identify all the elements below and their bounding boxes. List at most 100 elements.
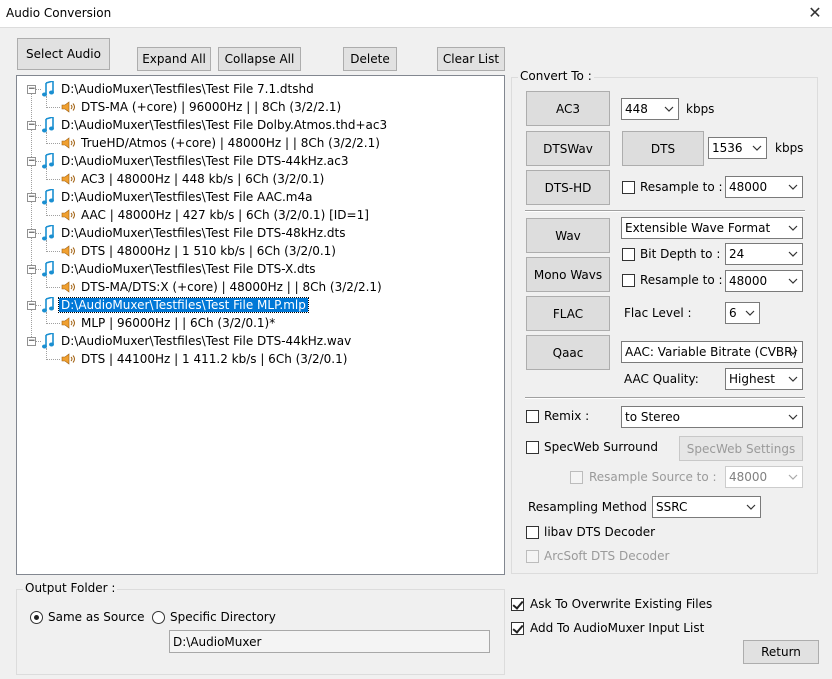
remix-select[interactable]: to Stereo [621,406,803,428]
file-tree-item[interactable]: D:\AudioMuxer\Testfiles\Test File 7.1.dt… [59,80,316,98]
stream-info: AAC | 48000Hz | 427 kb/s | 6Ch (3/2/0.1)… [81,208,369,222]
add-to-input-checkbox[interactable] [511,622,524,635]
collapse-toggle-icon[interactable]: − [27,85,36,94]
resampling-method-value: SSRC [656,500,688,514]
stream-info-item[interactable]: DTS | 48000Hz | 1 510 kb/s | 6Ch (3/2/0.… [79,242,338,260]
return-button[interactable]: Return [743,640,819,664]
qaac-mode-select[interactable]: AAC: Variable Bitrate (CVBR) [621,341,803,363]
resampling-method-select[interactable]: SSRC [652,496,761,518]
output-directory-field[interactable]: D:\AudioMuxer [169,630,490,653]
arcsoft-checkbox[interactable] [526,550,539,563]
collapse-toggle-icon[interactable]: − [27,337,36,346]
stream-info: AC3 | 48000Hz | 448 kb/s | 6Ch (3/2/0.1) [81,172,325,186]
collapse-all-button[interactable]: Collapse All [218,47,301,71]
remix-checkbox[interactable] [526,410,539,423]
output-directory-value: D:\AudioMuxer [173,635,262,649]
libav-label: libav DTS Decoder [544,525,656,539]
collapse-toggle-icon[interactable]: − [27,157,36,166]
dtshd-resample-select[interactable]: 48000 [725,176,803,198]
file-tree-item[interactable]: D:\AudioMuxer\Testfiles\Test File DTS-44… [59,332,353,350]
tree-connector [46,251,60,252]
music-note-icon [42,261,54,277]
mono-wavs-button[interactable]: Mono Wavs [526,257,610,292]
stream-info-item[interactable]: AAC | 48000Hz | 427 kb/s | 6Ch (3/2/0.1)… [79,206,371,224]
flac-level-label: Flac Level : [624,306,692,320]
ask-overwrite-label: Ask To Overwrite Existing Files [530,597,713,611]
collapse-toggle-icon[interactable]: − [27,229,36,238]
stream-info-item[interactable]: MLP | 96000Hz | | 6Ch (3/2/0.1)* [79,314,277,332]
dts-bitrate-select[interactable]: 1536 [708,137,767,159]
same-as-source-radio[interactable] [30,611,43,624]
clear-list-button[interactable]: Clear List [437,47,505,71]
dts-button[interactable]: DTS [622,131,704,166]
file-tree-item[interactable]: D:\AudioMuxer\Testfiles\Test File DTS-X.… [59,260,318,278]
music-note-icon [42,333,54,349]
file-path: D:\AudioMuxer\Testfiles\Test File 7.1.dt… [61,82,314,96]
stream-info: TrueHD/Atmos (+core) | 48000Hz | | 8Ch (… [81,136,380,150]
bitdepth-label: Bit Depth to : [640,247,721,261]
wav-resample-checkbox[interactable] [622,274,635,287]
select-audio-button[interactable]: Select Audio [17,38,110,70]
ac3-bitrate-select[interactable]: 448 [621,98,679,120]
chevron-down-icon [788,349,798,355]
output-folder-label: Output Folder : [23,581,118,595]
collapse-toggle-icon[interactable]: − [27,301,36,310]
aac-quality-select[interactable]: Highest [725,368,803,390]
wav-format-select[interactable]: Extensible Wave Format [621,217,803,239]
specific-directory-radio[interactable] [152,611,165,624]
speaker-icon [61,317,75,329]
chevron-down-icon [746,504,756,510]
bitdepth-select[interactable]: 24 [725,243,803,265]
bitdepth-checkbox[interactable] [622,248,635,261]
remix-label: Remix : [544,409,590,423]
wav-resample-select[interactable]: 48000 [725,270,803,292]
ac3-button[interactable]: AC3 [526,91,610,126]
file-path: D:\AudioMuxer\Testfiles\Test File DTS-44… [61,334,352,348]
specweb-settings-button[interactable]: SpecWeb Settings [679,436,803,461]
file-tree-item[interactable]: D:\AudioMuxer\Testfiles\Test File MLP.ml… [58,296,309,314]
dtshd-resample-label: Resample to : [640,180,723,194]
stream-info-item[interactable]: AC3 | 48000Hz | 448 kb/s | 6Ch (3/2/0.1) [79,170,326,188]
dtshd-resample-checkbox[interactable] [622,181,635,194]
file-tree-item[interactable]: D:\AudioMuxer\Testfiles\Test File DTS-48… [59,224,347,242]
wav-format-value: Extensible Wave Format [625,221,771,235]
close-icon[interactable]: ✕ [800,2,830,26]
stream-info-item[interactable]: DTS-MA (+core) | 96000Hz | | 8Ch (3/2/2.… [79,98,343,116]
delete-button[interactable]: Delete [343,47,397,71]
remix-value: to Stereo [625,410,680,424]
collapse-toggle-icon[interactable]: − [27,121,36,130]
aac-quality-label: AAC Quality: [624,372,699,386]
specweb-checkbox[interactable] [526,441,539,454]
resample-source-select[interactable]: 48000 [725,466,803,488]
dtshd-button[interactable]: DTS-HD [526,170,610,205]
file-path: D:\AudioMuxer\Testfiles\Test File MLP.ml… [58,297,309,313]
chevron-down-icon [788,251,798,257]
stream-info-item[interactable]: DTS-MA/DTS:X (+core) | 48000Hz | | 8Ch (… [79,278,384,296]
tree-connector [46,179,60,180]
stream-info-item[interactable]: TrueHD/Atmos (+core) | 48000Hz | | 8Ch (… [79,134,382,152]
file-tree-item[interactable]: D:\AudioMuxer\Testfiles\Test File DTS-44… [59,152,350,170]
flac-button[interactable]: FLAC [526,296,610,331]
stream-info: DTS | 48000Hz | 1 510 kb/s | 6Ch (3/2/0.… [81,244,336,258]
file-path: D:\AudioMuxer\Testfiles\Test File DTS-44… [61,154,349,168]
file-tree[interactable]: − D:\AudioMuxer\Testfiles\Test File 7.1.d… [16,75,505,575]
qaac-button[interactable]: Qaac [526,335,610,370]
stream-info: DTS-MA (+core) | 96000Hz | | 8Ch (3/2/2.… [81,100,342,114]
collapse-toggle-icon[interactable]: − [27,265,36,274]
expand-all-button[interactable]: Expand All [137,47,211,71]
speaker-icon [61,137,75,149]
stream-info-item[interactable]: DTS | 44100Hz | 1 411.2 kb/s | 6Ch (3/2/… [79,350,349,368]
convert-to-label: Convert To : [518,69,594,83]
ask-overwrite-checkbox[interactable] [511,598,524,611]
resample-source-checkbox[interactable] [570,471,583,484]
same-as-source-label: Same as Source [48,610,145,624]
wav-button[interactable]: Wav [526,218,610,253]
file-tree-item[interactable]: D:\AudioMuxer\Testfiles\Test File Dolby.… [59,116,389,134]
file-path: D:\AudioMuxer\Testfiles\Test File DTS-X.… [61,262,316,276]
chevron-down-icon [664,106,674,112]
collapse-toggle-icon[interactable]: − [27,193,36,202]
libav-checkbox[interactable] [526,526,539,539]
flac-level-select[interactable]: 6 [725,302,760,324]
dtswav-button[interactable]: DTSWav [526,131,610,166]
file-tree-item[interactable]: D:\AudioMuxer\Testfiles\Test File AAC.m4… [59,188,314,206]
